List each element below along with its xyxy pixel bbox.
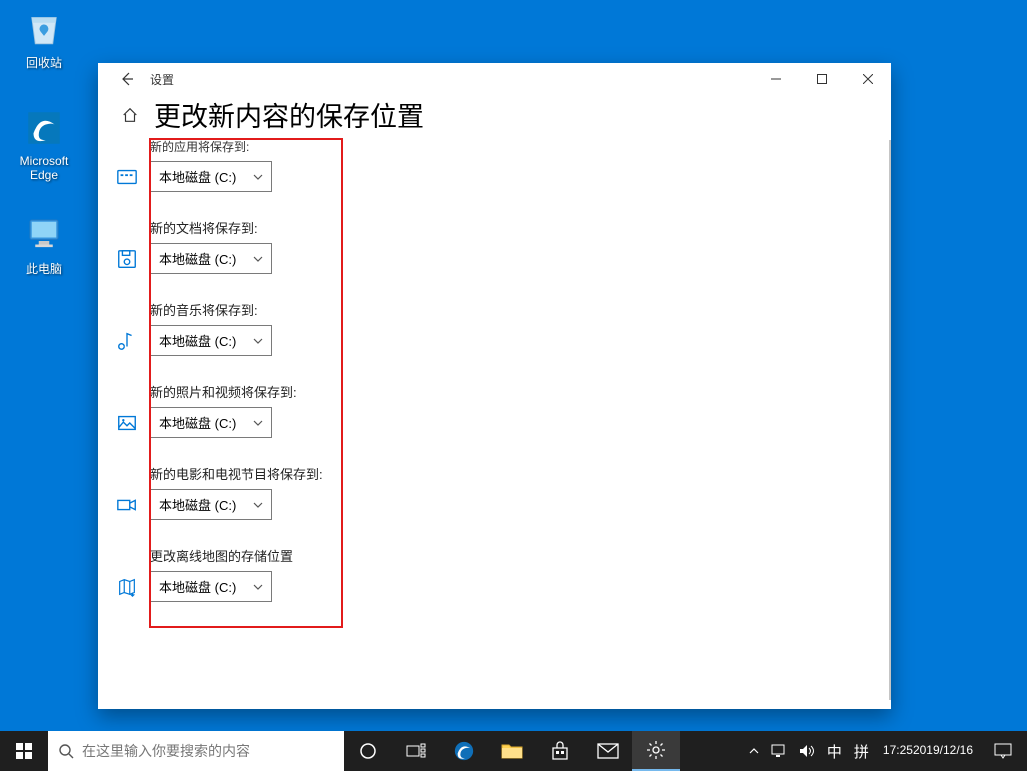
taskbar-store[interactable] — [536, 731, 584, 771]
desktop-icon-label: 此电脑 — [6, 260, 82, 277]
edge-icon — [453, 740, 475, 762]
dropdown-value: 本地磁盘 (C:) — [159, 495, 236, 514]
photos-location-dropdown[interactable]: 本地磁盘 (C:) — [150, 407, 272, 438]
cortana-button[interactable] — [344, 731, 392, 771]
desktop-icon-this-pc[interactable]: 此电脑 — [6, 210, 82, 277]
folder-icon — [501, 741, 523, 761]
taskbar: 在这里输入你要搜索的内容 able"="false"> — [0, 731, 1027, 771]
save-icon — [116, 248, 138, 270]
chevron-down-icon — [253, 336, 263, 346]
close-button[interactable] — [845, 63, 891, 95]
tray-volume[interactable] — [793, 731, 821, 771]
section-label-movies: 新的电影和电视节目将保存到: — [150, 464, 867, 483]
chevron-down-icon — [253, 500, 263, 510]
start-button[interactable] — [0, 731, 48, 771]
chevron-down-icon — [253, 254, 263, 264]
chevron-down-icon — [253, 172, 263, 182]
dropdown-value: 本地磁盘 (C:) — [159, 331, 236, 350]
maximize-button[interactable] — [799, 63, 845, 95]
search-icon — [58, 743, 74, 759]
page-title: 更改新内容的保存位置 — [154, 95, 424, 134]
maps-location-dropdown[interactable]: 本地磁盘 (C:) — [150, 571, 272, 602]
task-view-icon: able"="false"> — [406, 743, 426, 759]
video-icon — [116, 494, 138, 516]
chevron-down-icon — [253, 582, 263, 592]
taskbar-edge[interactable] — [440, 731, 488, 771]
map-icon — [116, 576, 138, 598]
taskbar-settings[interactable] — [632, 731, 680, 771]
speaker-icon — [799, 744, 815, 758]
desktop-icon-recycle-bin[interactable]: 回收站 — [6, 4, 82, 71]
taskbar-mail[interactable] — [584, 731, 632, 771]
gear-icon — [646, 740, 666, 760]
task-view-button[interactable]: able"="false"> — [392, 731, 440, 771]
dropdown-value: 本地磁盘 (C:) — [159, 413, 236, 432]
settings-window: 设置 更改新内容的保存位置 新的应用将保存到: — [98, 63, 891, 709]
section-label-photos: 新的照片和视频将保存到: — [150, 382, 867, 401]
section-label-music: 新的音乐将保存到: — [150, 300, 867, 319]
search-placeholder: 在这里输入你要搜索的内容 — [82, 741, 250, 761]
back-button[interactable] — [112, 63, 142, 95]
pictures-icon — [116, 412, 138, 434]
store-icon — [550, 741, 570, 761]
music-location-dropdown[interactable]: 本地磁盘 (C:) — [150, 325, 272, 356]
desktop-icon-edge[interactable]: Microsoft Edge — [6, 104, 82, 183]
section-label-apps: 新的应用将保存到: — [150, 138, 867, 155]
minimize-button[interactable] — [753, 63, 799, 95]
chevron-down-icon — [253, 418, 263, 428]
music-icon — [116, 330, 138, 352]
windows-icon — [16, 743, 32, 759]
window-title: 设置 — [150, 71, 174, 88]
section-label-documents: 新的文档将保存到: — [150, 218, 867, 237]
dropdown-value: 本地磁盘 (C:) — [159, 167, 236, 186]
notification-icon — [994, 743, 1012, 759]
documents-location-dropdown[interactable]: 本地磁盘 (C:) — [150, 243, 272, 274]
dropdown-value: 本地磁盘 (C:) — [159, 249, 236, 268]
pc-icon — [23, 213, 65, 255]
movies-location-dropdown[interactable]: 本地磁盘 (C:) — [150, 489, 272, 520]
circle-icon — [359, 742, 377, 760]
dropdown-value: 本地磁盘 (C:) — [159, 577, 236, 596]
tray-expand[interactable] — [743, 731, 765, 771]
tray-ime-lang[interactable]: 中 — [821, 731, 848, 771]
home-button[interactable] — [112, 97, 148, 133]
tray-ime-mode[interactable]: 拼 — [848, 731, 875, 771]
clock-time: 17:25 — [883, 743, 913, 759]
scrollbar[interactable] — [889, 140, 891, 700]
desktop-icon-label: 回收站 — [6, 54, 82, 71]
home-icon — [121, 106, 139, 124]
section-label-maps: 更改离线地图的存储位置 — [150, 546, 867, 565]
window-titlebar: 设置 — [98, 63, 891, 95]
edge-icon — [23, 107, 65, 149]
clock-date: 2019/12/16 — [913, 743, 973, 759]
taskbar-explorer[interactable] — [488, 731, 536, 771]
search-box[interactable]: 在这里输入你要搜索的内容 — [48, 731, 344, 771]
tray-clock[interactable]: 17:25 2019/12/16 — [875, 731, 981, 771]
mail-icon — [597, 743, 619, 759]
tray-notifications[interactable] — [981, 731, 1025, 771]
recycle-bin-icon — [23, 7, 65, 49]
tray-network[interactable] — [765, 731, 793, 771]
apps-icon — [116, 166, 138, 188]
apps-location-dropdown[interactable]: 本地磁盘 (C:) — [150, 161, 272, 192]
network-icon — [771, 744, 787, 758]
desktop-icon-label: Microsoft Edge — [6, 154, 82, 183]
chevron-up-icon — [749, 746, 759, 756]
back-arrow-icon — [119, 71, 135, 87]
